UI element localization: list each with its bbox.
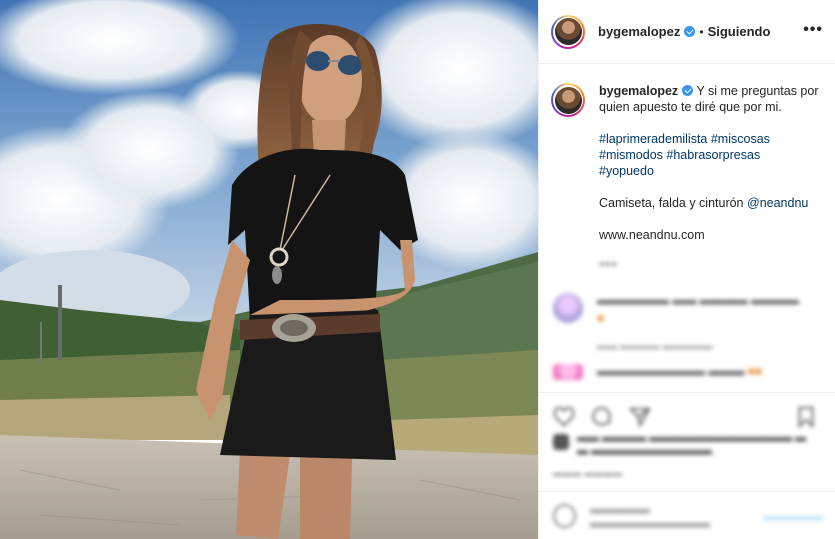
post-header: bygemalopez • Siguiendo ••• — [539, 0, 835, 64]
separator-dot: • — [699, 24, 704, 39]
caption-website: www.neandnu.com — [599, 228, 705, 242]
hashtag-line[interactable]: #mismodos #habrasorpresas — [599, 147, 823, 163]
caption-hashtags: #laprimerademilista #miscosas #mismodos … — [599, 131, 823, 179]
share-icon[interactable] — [628, 406, 653, 428]
post-photo[interactable] — [0, 0, 538, 539]
comment-input[interactable]: ▬▬▬▬▬ ▬▬▬▬▬▬▬▬▬▬ — [590, 502, 763, 530]
comments-section[interactable]: bygemalopez Y si me preguntas por quien … — [539, 65, 835, 392]
likes-summary[interactable]: ▬▬ ▬▬▬▬ ▬▬▬▬▬▬▬▬▬▬▬▬▬ ▬ ▬ ▬▬▬▬▬▬▬▬▬▬▬ — [553, 432, 823, 458]
author-avatar[interactable] — [551, 14, 585, 49]
post-date: ▬▬▬ ▬▬▬▬ — [553, 468, 623, 478]
heart-icon[interactable] — [553, 406, 577, 428]
comment-text: ▬▬▬▬▬▬▬▬▬ ▬▬▬ ■■ — [597, 364, 763, 378]
likes-text: ▬▬ ▬▬▬▬ ▬▬▬▬▬▬▬▬▬▬▬▬▬ ▬ ▬ ▬▬▬▬▬▬▬▬▬▬▬ — [577, 432, 807, 457]
hashtag-line[interactable]: #laprimerademilista #miscosas — [599, 131, 823, 147]
following-button[interactable]: Siguiendo — [708, 24, 771, 39]
credit-text: Camiseta, falda y cinturón — [599, 196, 747, 210]
comment-text: ▬▬▬▬▬▬ ▬▬ ▬▬▬▬ ▬▬▬▬ ■ ▬▬ ▬▬▬▬ ▬▬▬▬▬ — [597, 293, 800, 352]
comment-avatar[interactable] — [553, 293, 583, 323]
caption-credit: Camiseta, falda y cinturón @neandnu — [599, 195, 823, 211]
comment-item[interactable]: ▬▬▬▬▬▬ ▬▬ ▬▬▬▬ ▬▬▬▬ ■ ▬▬ ▬▬▬▬ ▬▬▬▬▬ — [551, 293, 823, 352]
photo-scene — [0, 0, 538, 539]
liker-avatar[interactable] — [553, 434, 569, 450]
author-username[interactable]: bygemalopez — [598, 24, 680, 39]
caption-timestamp: ●●● — [599, 259, 618, 270]
bookmark-icon[interactable] — [795, 406, 819, 428]
credit-mention-link[interactable]: @neandnu — [747, 196, 808, 210]
verified-badge-icon — [682, 85, 694, 96]
post-actions-bar — [539, 392, 835, 432]
hashtag-line[interactable]: #yopuedo — [599, 163, 823, 179]
emoji-icon[interactable] — [553, 503, 576, 528]
caption-avatar[interactable] — [551, 83, 585, 117]
comment-item[interactable]: ▬▬▬▬▬▬▬▬▬ ▬▬▬ ■■ — [551, 364, 823, 380]
comment-icon[interactable] — [591, 406, 615, 428]
post-side-panel: bygemalopez • Siguiendo ••• bygemalopez … — [538, 0, 835, 539]
comment-avatar[interactable] — [553, 364, 583, 380]
more-options-icon[interactable]: ••• — [803, 22, 823, 38]
add-comment-bar: ▬▬▬▬▬ ▬▬▬▬▬▬▬▬▬▬ ▬▬▬▬▬ — [539, 491, 835, 539]
verified-badge-icon — [684, 26, 696, 37]
caption-username[interactable]: bygemalopez — [599, 84, 678, 98]
post-comment-button[interactable]: ▬▬▬▬▬ — [763, 509, 823, 523]
post-caption: bygemalopez Y si me preguntas por quien … — [551, 83, 823, 273]
